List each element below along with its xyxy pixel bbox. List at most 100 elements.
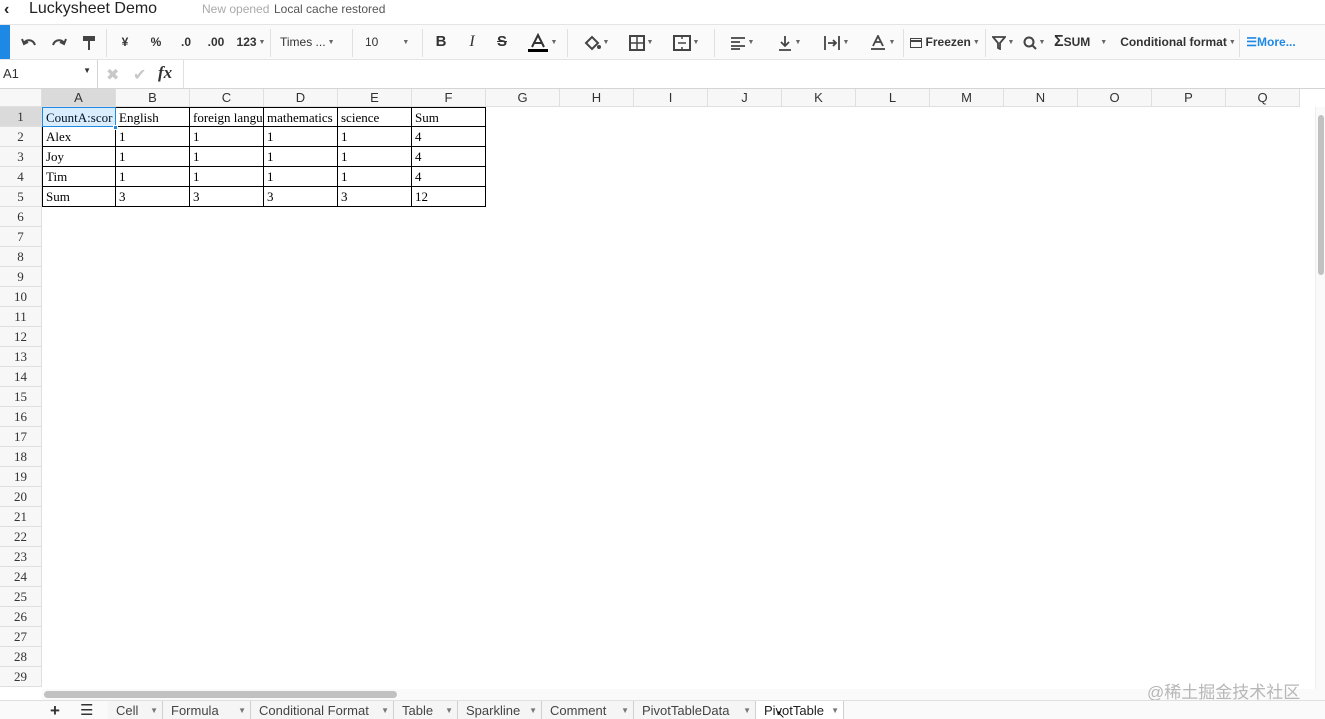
back-arrow-icon[interactable]: ‹ (4, 1, 9, 19)
function-icon[interactable]: fx (158, 63, 172, 83)
row-header-4[interactable]: 4 (0, 167, 42, 187)
cell-d5[interactable]: 3 (264, 187, 338, 207)
filter-button[interactable]: ▼ (990, 31, 1016, 53)
column-header-m[interactable]: M (930, 89, 1004, 107)
sheet-tab-pivottabledata[interactable]: PivotTableData ▼ (634, 701, 756, 719)
sheet-list-icon[interactable]: ☰ (80, 702, 93, 719)
cell-e4[interactable]: 1 (338, 167, 412, 187)
row-header-14[interactable]: 14 (0, 367, 42, 387)
row-header-15[interactable]: 15 (0, 387, 42, 407)
chevron-down-icon[interactable]: ▼ (150, 701, 158, 719)
sheet-tab-table[interactable]: Table ▼ (394, 701, 458, 719)
sum-button[interactable]: ΣSUM ▼ (1054, 31, 1114, 53)
merge-cells-button[interactable]: ▼ (668, 31, 704, 53)
sheet-tab-formula[interactable]: Formula ▼ (163, 701, 251, 719)
fill-handle[interactable] (113, 125, 118, 130)
vertical-align-button[interactable]: ▼ (771, 31, 807, 53)
bold-icon[interactable]: B (432, 31, 450, 53)
row-header-8[interactable]: 8 (0, 247, 42, 267)
sheet-tab-sparkline[interactable]: Sparkline ▼ (458, 701, 542, 719)
column-header-q[interactable]: Q (1226, 89, 1300, 107)
row-header-24[interactable]: 24 (0, 567, 42, 587)
row-header-12[interactable]: 12 (0, 327, 42, 347)
vertical-scroll-thumb[interactable] (1318, 115, 1324, 275)
number-format-dropdown[interactable]: 123 ▼ (236, 31, 266, 53)
chevron-down-icon[interactable]: ▼ (831, 701, 839, 719)
horizontal-scroll-thumb[interactable] (44, 691, 397, 698)
row-header-22[interactable]: 22 (0, 527, 42, 547)
sheet-tab-cell[interactable]: Cell ▼ (108, 701, 163, 719)
chevron-down-icon[interactable]: ▼ (381, 701, 389, 719)
freeze-button[interactable]: Freezen ▼ (908, 31, 982, 53)
row-header-1[interactable]: 1 (0, 107, 42, 127)
text-color-button[interactable]: ▼ (522, 31, 562, 53)
column-header-h[interactable]: H (560, 89, 634, 107)
chevron-down-icon[interactable]: ▼ (621, 701, 629, 719)
column-header-l[interactable]: L (856, 89, 930, 107)
column-header-n[interactable]: N (1004, 89, 1078, 107)
row-header-19[interactable]: 19 (0, 467, 42, 487)
percent-format-button[interactable]: % (146, 31, 166, 53)
border-button[interactable]: ▼ (623, 31, 659, 53)
cell-d3[interactable]: 1 (264, 147, 338, 167)
row-header-27[interactable]: 27 (0, 627, 42, 647)
cell-c2[interactable]: 1 (190, 127, 264, 147)
cell-e1[interactable]: science (338, 107, 412, 127)
column-header-c[interactable]: C (190, 89, 264, 107)
cell-a4[interactable]: Tim (42, 167, 116, 187)
row-header-7[interactable]: 7 (0, 227, 42, 247)
row-header-25[interactable]: 25 (0, 587, 42, 607)
row-header-26[interactable]: 26 (0, 607, 42, 627)
cell-b4[interactable]: 1 (116, 167, 190, 187)
column-header-f[interactable]: F (412, 89, 486, 107)
cell-c4[interactable]: 1 (190, 167, 264, 187)
column-header-e[interactable]: E (338, 89, 412, 107)
row-header-17[interactable]: 17 (0, 427, 42, 447)
increase-decimal-button[interactable]: .00 (204, 31, 228, 53)
italic-icon[interactable]: I (463, 31, 481, 53)
cell-c1[interactable]: foreign langu (190, 107, 264, 127)
chevron-down-icon[interactable]: ▼ (445, 701, 453, 719)
column-header-g[interactable]: G (486, 89, 560, 107)
more-button[interactable]: ☰More... (1242, 31, 1300, 53)
sheet-grid[interactable]: ABCDEFGHIJKLMNOPQ 1 2 3 4 5 6 7 8 9 10 11 12 13 14 15 1… (0, 89, 1325, 689)
cell-a3[interactable]: Joy (42, 147, 116, 167)
cell-c5[interactable]: 3 (190, 187, 264, 207)
fill-color-button[interactable]: ▼ (578, 31, 614, 53)
row-header-16[interactable]: 16 (0, 407, 42, 427)
cell-f3[interactable]: 4 (412, 147, 486, 167)
chevron-down-icon[interactable]: ▼ (743, 701, 751, 719)
cell-f5[interactable]: 12 (412, 187, 486, 207)
cell-d1[interactable]: mathematics (264, 107, 338, 127)
sheet-tab-comment[interactable]: Comment ▼ (542, 701, 634, 719)
row-header-3[interactable]: 3 (0, 147, 42, 167)
font-size-dropdown[interactable]: 10 ▼ (365, 31, 415, 53)
row-header-11[interactable]: 11 (0, 307, 42, 327)
column-header-k[interactable]: K (782, 89, 856, 107)
cell-e2[interactable]: 1 (338, 127, 412, 147)
select-all-corner[interactable] (0, 89, 42, 107)
cell-f1[interactable]: Sum (412, 107, 486, 127)
strikethrough-icon[interactable]: S (493, 31, 511, 53)
search-icon[interactable]: ▼ (1021, 31, 1047, 53)
horizontal-align-button[interactable]: ▼ (724, 31, 760, 53)
cell-a5[interactable]: Sum (42, 187, 116, 207)
cell-f4[interactable]: 4 (412, 167, 486, 187)
row-header-9[interactable]: 9 (0, 267, 42, 287)
row-header-5[interactable]: 5 (0, 187, 42, 207)
sheet-tab-conditional-format[interactable]: Conditional Format ▼ (251, 701, 394, 719)
currency-format-button[interactable]: ¥ (116, 31, 134, 53)
decrease-decimal-button[interactable]: .0 (176, 31, 196, 53)
cell-b3[interactable]: 1 (116, 147, 190, 167)
row-header-6[interactable]: 6 (0, 207, 42, 227)
row-header-23[interactable]: 23 (0, 547, 42, 567)
conditional-format-button[interactable]: Conditional format ▼ (1119, 31, 1237, 53)
row-header-10[interactable]: 10 (0, 287, 42, 307)
cancel-icon[interactable]: ✖ (106, 65, 119, 85)
font-family-dropdown[interactable]: Times ... ▼ (280, 31, 346, 53)
cell-b1[interactable]: English (116, 107, 190, 127)
chevron-down-icon[interactable]: ▼ (529, 701, 537, 719)
row-header-29[interactable]: 29 (0, 667, 42, 687)
column-header-j[interactable]: J (708, 89, 782, 107)
cell-f2[interactable]: 4 (412, 127, 486, 147)
